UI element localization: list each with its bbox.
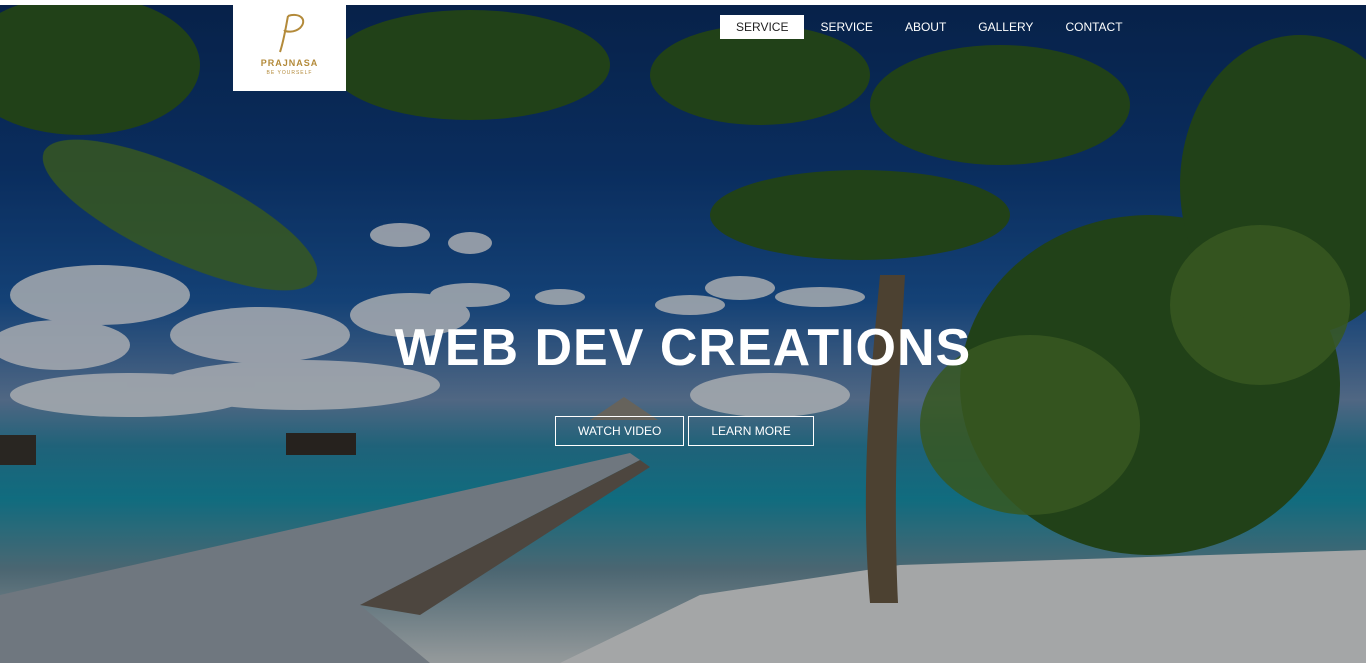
nav-about[interactable]: ABOUT (889, 15, 962, 39)
brand-tagline: BE YOURSELF (266, 70, 313, 76)
hero-actions: WATCH VIDEO LEARN MORE (555, 416, 814, 446)
learn-more-button[interactable]: LEARN MORE (688, 416, 814, 446)
brand-name: PRAJNASA (260, 58, 319, 68)
logo-p-icon (278, 14, 304, 53)
nav-contact[interactable]: CONTACT (1049, 15, 1138, 39)
nav-service-active[interactable]: SERVICE (720, 15, 805, 39)
main-nav: SERVICE SERVICE ABOUT GALLERY CONTACT (720, 15, 1139, 39)
watch-video-button[interactable]: WATCH VIDEO (555, 416, 685, 446)
nav-gallery[interactable]: GALLERY (962, 15, 1049, 39)
brand-logo[interactable]: PRAJNASA BE YOURSELF (233, 0, 346, 91)
nav-service[interactable]: SERVICE (804, 15, 888, 39)
hero-title: WEB DEV CREATIONS (394, 319, 972, 377)
